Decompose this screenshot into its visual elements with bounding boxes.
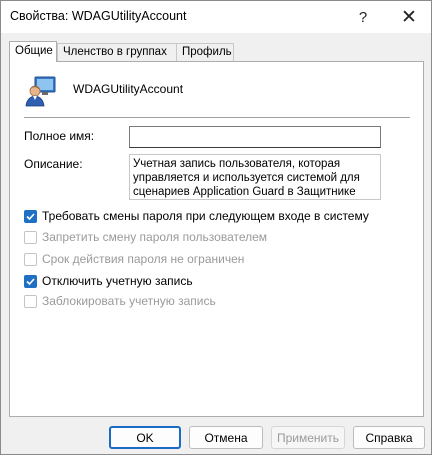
checkbox-prevent-password-change: Запретить смену пароля пользователем	[24, 229, 267, 245]
account-name: WDAGUtilityAccount	[73, 82, 184, 96]
ok-button[interactable]: OK	[109, 426, 181, 449]
checkbox-label: Запретить смену пароля пользователем	[42, 230, 268, 244]
cancel-button[interactable]: Отмена	[189, 426, 263, 449]
description-label: Описание:	[24, 157, 83, 171]
title-bar: Свойства: WDAGUtilityAccount ? ✕	[1, 1, 431, 33]
checkbox-account-disabled[interactable]: Отключить учетную запись	[24, 273, 193, 289]
tab-profile[interactable]: Профиль	[176, 43, 234, 61]
checkbox-unchecked-icon	[24, 294, 37, 308]
checkbox-checked-icon[interactable]	[24, 274, 37, 288]
checkbox-label: Срок действия пароля не ограничен	[42, 252, 245, 266]
checkbox-label: Заблокировать учетную запись	[42, 294, 216, 308]
checkbox-account-locked: Заблокировать учетную запись	[24, 293, 216, 309]
checkbox-password-never-expires: Срок действия пароля не ограничен	[24, 251, 244, 267]
properties-dialog: Свойства: WDAGUtilityAccount ? ✕ Общие Ч…	[0, 0, 432, 455]
help-button[interactable]: Справка	[353, 426, 425, 449]
close-button[interactable]: ✕	[387, 1, 431, 33]
checkbox-label: Требовать смены пароля при следующем вхо…	[42, 209, 369, 223]
checkbox-unchecked-icon	[24, 252, 37, 266]
description-field[interactable]: Учетная запись пользователя, которая упр…	[129, 154, 381, 200]
checkbox-unchecked-icon	[24, 230, 37, 244]
user-account-icon	[25, 76, 56, 107]
apply-button: Применить	[271, 426, 345, 449]
checkbox-label: Отключить учетную запись	[42, 274, 193, 288]
tab-group-membership[interactable]: Членство в группах	[57, 43, 177, 61]
help-title-button[interactable]: ?	[341, 1, 385, 33]
divider	[24, 117, 410, 118]
tab-general[interactable]: Общие	[9, 41, 57, 62]
full-name-field[interactable]	[129, 126, 381, 148]
window-title: Свойства: WDAGUtilityAccount	[10, 9, 187, 23]
full-name-label: Полное имя:	[24, 129, 95, 143]
checkbox-require-password-change[interactable]: Требовать смены пароля при следующем вхо…	[24, 208, 369, 224]
checkbox-checked-icon[interactable]	[24, 209, 37, 223]
general-tab-panel: WDAGUtilityAccount Полное имя: Описание:…	[9, 61, 424, 417]
